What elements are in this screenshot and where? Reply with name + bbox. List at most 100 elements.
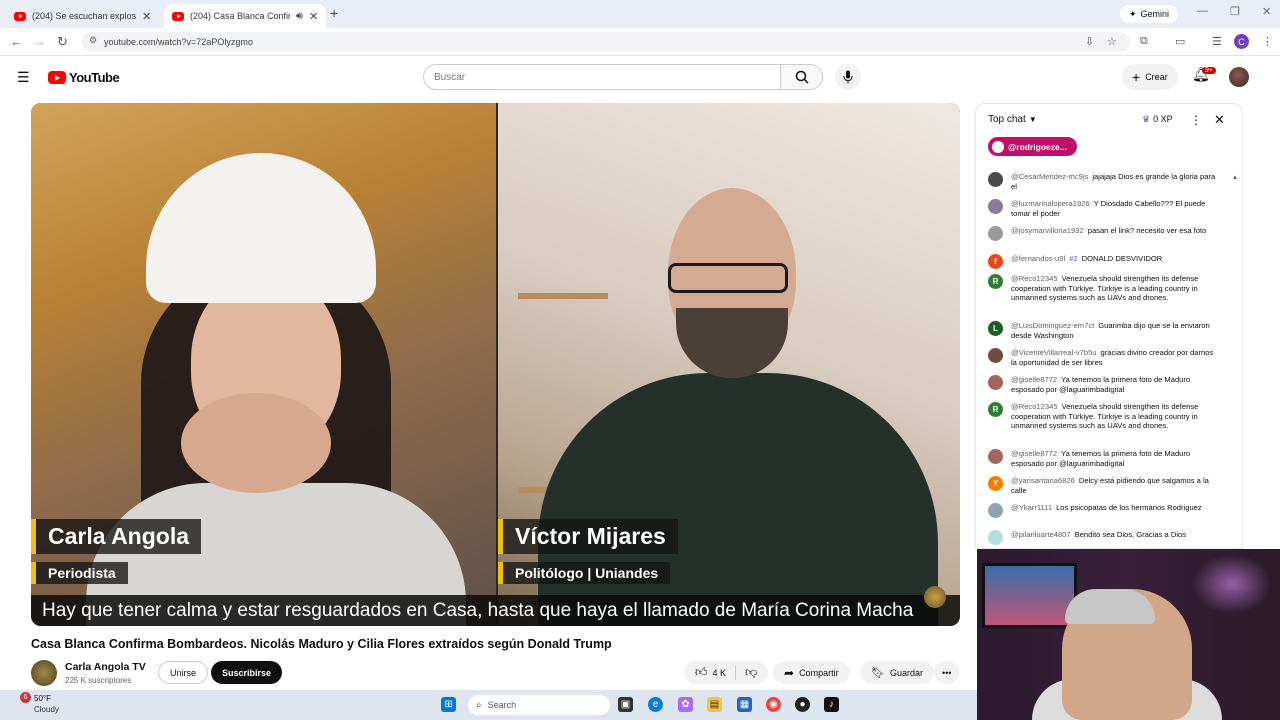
chat-author-avatar[interactable]: [988, 530, 1003, 545]
url-field[interactable]: ⚙︎ youtube.com/watch?v=72aPOlyzgmo: [82, 32, 1130, 52]
chat-message[interactable]: @CesarMendez-mc9js jajajaja Dios es grand…: [988, 172, 1220, 191]
chat-scrollbar[interactable]: ▲: [1232, 166, 1238, 546]
like-button[interactable]: 👍︎ 4 K: [695, 665, 726, 680]
white-cap: [146, 153, 376, 303]
tab-casa-blanca[interactable]: (204) Casa Blanca Confirma 🔊︎ ✕: [164, 4, 327, 28]
browser-profile-avatar[interactable]: C: [1234, 34, 1249, 49]
more-dots-icon: •••: [942, 667, 952, 678]
close-chat-icon[interactable]: ✕: [1214, 112, 1225, 128]
save-button[interactable]: 🔖︎ Guardar: [860, 661, 934, 684]
youtube-logo[interactable]: YouTube: [48, 70, 120, 85]
chat-message[interactable]: @josymarvilloria1932 pasan el link? neces…: [988, 226, 1220, 241]
chat-message[interactable]: R @Reco12345 Venezuela should strengthen i…: [988, 274, 1220, 303]
chat-author-avatar[interactable]: [988, 199, 1003, 214]
chat-author-name[interactable]: @pilariluarte4807: [1011, 530, 1071, 539]
weather-temperature[interactable]: 50°F: [34, 694, 51, 703]
chat-author-name[interactable]: @giselle8772: [1011, 449, 1057, 458]
chat-author-avatar[interactable]: L: [988, 321, 1003, 336]
weather-condition[interactable]: Cloudy: [34, 705, 59, 714]
close-window-icon[interactable]: ✕: [1262, 5, 1271, 18]
search-button[interactable]: [781, 64, 823, 90]
chat-author-name[interactable]: @Ykarr1111: [1011, 503, 1052, 512]
chat-author-avatar[interactable]: [988, 348, 1003, 363]
obs-icon[interactable]: ●: [795, 697, 810, 712]
search-input[interactable]: Buscar: [423, 64, 781, 90]
install-app-icon[interactable]: ⇩: [1085, 35, 1094, 48]
windows-start-icon[interactable]: ⊞: [441, 697, 456, 712]
task-view-icon[interactable]: ▣: [618, 697, 633, 712]
share-button[interactable]: ➦ Compartir: [773, 661, 850, 684]
maximize-icon[interactable]: ❐: [1230, 5, 1240, 18]
reload-icon[interactable]: ↻: [57, 34, 68, 50]
menu-dots-icon[interactable]: ⋮: [1262, 35, 1273, 48]
chat-author-avatar[interactable]: Y: [988, 476, 1003, 491]
chat-author-avatar[interactable]: [988, 375, 1003, 390]
chat-author-name[interactable]: @giselle8772: [1011, 375, 1057, 384]
chat-author-name[interactable]: @luzmarinalopera1926: [1011, 199, 1090, 208]
chat-author-name[interactable]: @yarisantana6826: [1011, 476, 1075, 485]
chat-author-name[interactable]: @CesarMendez-mc9js: [1011, 172, 1088, 181]
bookmark-star-icon[interactable]: ☆: [1107, 35, 1117, 48]
chat-author-name[interactable]: @VicenteVillarreal-v7b5u: [1011, 348, 1097, 357]
video-player[interactable]: Carla Angola Periodista Víctor Mijares P…: [31, 103, 960, 626]
taskbar-search[interactable]: ⌕ Search: [468, 695, 610, 715]
store-icon[interactable]: ▦: [737, 697, 752, 712]
extensions-icon[interactable]: ⧉: [1140, 35, 1148, 48]
join-button[interactable]: Unirse: [158, 661, 209, 684]
minimize-icon[interactable]: —: [1197, 5, 1208, 17]
site-info-icon[interactable]: ⚙︎: [89, 35, 97, 46]
chat-message[interactable]: f @fernandos-u9l #2 DONALD DESVIVIDOR: [988, 254, 1220, 269]
chat-author-avatar[interactable]: [988, 503, 1003, 518]
create-button[interactable]: + Crear: [1122, 64, 1178, 90]
subscribe-button[interactable]: Suscribirse: [211, 661, 283, 684]
file-explorer-icon[interactable]: ▤: [707, 697, 722, 712]
chat-author-avatar[interactable]: [988, 449, 1003, 464]
back-icon[interactable]: ←: [10, 34, 23, 49]
edge-browser-icon[interactable]: e: [648, 697, 663, 712]
chat-message[interactable]: @giselle8772 Ya tenemos la primera foto d…: [988, 449, 1220, 468]
sidebar-icon[interactable]: ▭: [1175, 35, 1185, 48]
chat-message[interactable]: @Ykarr1111 Los psicopatas de los hermanos…: [988, 503, 1220, 518]
tab-explosiones[interactable]: (204) Se escuchan explosiones ✕: [6, 4, 159, 28]
chat-message[interactable]: @pilariluarte4807 Bendito sea Dios, Graci…: [988, 530, 1220, 545]
chat-message[interactable]: @giselle8772 Ya tenemos la primera foto d…: [988, 375, 1220, 394]
chat-author-avatar[interactable]: R: [988, 402, 1003, 417]
scroll-up-icon[interactable]: ▲: [1232, 175, 1238, 181]
chat-message[interactable]: L @LuisDominguez-em7ct Guarimba dijo que s…: [988, 321, 1220, 340]
close-tab-icon[interactable]: ✕: [309, 10, 318, 23]
account-avatar[interactable]: [1229, 67, 1249, 87]
more-actions-button[interactable]: •••: [934, 661, 960, 684]
audio-icon[interactable]: 🔊︎: [296, 10, 303, 23]
voice-search-button[interactable]: [835, 64, 861, 90]
xp-indicator[interactable]: ♛ 0 XP: [1142, 114, 1173, 125]
chat-message[interactable]: @luzmarinalopera1926 Y Diosdado Cabello??…: [988, 199, 1220, 218]
chat-author-name[interactable]: @josymarvilloria1932: [1011, 226, 1084, 235]
chat-message[interactable]: R @Reco12345 Venezuela should strengthen i…: [988, 402, 1220, 431]
dislike-icon[interactable]: 👎︎: [745, 665, 757, 680]
tiktok-icon[interactable]: ♪: [824, 697, 839, 712]
top-chat-dropdown[interactable]: Top chat ▼: [988, 114, 1037, 125]
chat-author-name[interactable]: @fernandos-u9l: [1011, 254, 1065, 263]
chat-author-avatar[interactable]: R: [988, 274, 1003, 289]
reading-list-icon[interactable]: ☰: [1212, 35, 1222, 48]
gemini-button[interactable]: ✦ Gemini: [1120, 5, 1179, 23]
forward-icon[interactable]: →: [33, 34, 46, 49]
chat-author-name[interactable]: @Reco12345: [1011, 402, 1058, 411]
channel-name[interactable]: Carla Angola TV: [65, 661, 146, 673]
copilot-icon[interactable]: ✿: [678, 697, 693, 712]
chat-message[interactable]: Y @yarisantana6826 Delcy está pidiendo que…: [988, 476, 1220, 495]
chat-author-name[interactable]: @Reco12345: [1011, 274, 1058, 283]
chat-author-avatar[interactable]: f: [988, 254, 1003, 269]
chrome-icon[interactable]: ◉: [766, 697, 781, 712]
channel-avatar[interactable]: [31, 660, 57, 686]
new-tab-button[interactable]: +: [330, 5, 338, 21]
chat-message[interactable]: @VicenteVillarreal-v7b5u gracias divino c…: [988, 348, 1220, 367]
chat-author-avatar[interactable]: [988, 172, 1003, 187]
chat-options-icon[interactable]: ⋮: [1190, 113, 1202, 127]
close-tab-icon[interactable]: ✕: [142, 10, 151, 23]
chat-author-avatar[interactable]: [988, 226, 1003, 241]
pinned-user-chip[interactable]: @rodrigoeze...: [988, 137, 1077, 156]
person-beard: [676, 308, 788, 378]
hamburger-menu-icon[interactable]: ☰: [17, 69, 30, 86]
chat-author-name[interactable]: @LuisDominguez-em7ct: [1011, 321, 1094, 330]
